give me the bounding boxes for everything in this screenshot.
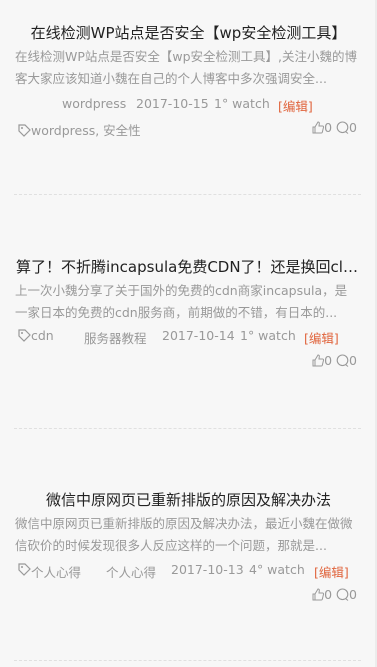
post-date: 2017-10-15 [136, 96, 209, 111]
post-stats: 00 [312, 353, 357, 368]
post-card: 微信中原网页已重新排版的原因及解决办法 微信中原网页已重新排版的原因及解决办法，… [0, 489, 377, 639]
comment-count: 0 [349, 120, 357, 135]
post-stats: 00 [312, 587, 357, 602]
post-watch-count: 1° watch [214, 96, 270, 111]
post-category[interactable]: wordpress [62, 96, 126, 111]
thumbs-up-icon[interactable] [312, 121, 325, 134]
post-stats: 00 [312, 120, 357, 135]
tag-icon [18, 563, 31, 576]
post-date: 2017-10-13 [171, 562, 244, 577]
post-divider [14, 428, 361, 429]
like-count: 0 [324, 353, 333, 368]
comment-count: 0 [349, 587, 357, 602]
tag-icon [18, 124, 31, 137]
post-date: 2017-10-14 [162, 328, 235, 343]
tag-icon [18, 329, 31, 342]
post-tags: 个人心得 [18, 562, 81, 580]
post-tags: cdn [18, 328, 54, 343]
post-excerpt: 微信中原网页已重新排版的原因及解决办法，最近小魏在做微信砍价的时候发现很多人反应… [15, 516, 353, 553]
like-count: 0 [324, 120, 333, 135]
post-watch-count: 1° watch [240, 328, 296, 343]
post-category[interactable]: 个人心得 [106, 562, 156, 581]
edit-link[interactable]: [编辑] [314, 562, 349, 581]
post-tag-list[interactable]: 个人心得 [31, 562, 81, 581]
comment-icon[interactable] [336, 588, 349, 601]
post-tag-list[interactable]: wordpress, 安全性 [31, 123, 141, 138]
post-title[interactable]: 在线检测WP站点是否安全【wp安全检测工具】 [14, 22, 363, 43]
post-title[interactable]: 算了！不折腾incapsula免费CDN了！还是换回clo... [16, 256, 363, 277]
post-title[interactable]: 微信中原网页已重新排版的原因及解决办法 [14, 489, 363, 510]
post-card: 在线检测WP站点是否安全【wp安全检测工具】 在线检测WP站点是否安全【wp安全… [0, 22, 377, 192]
post-tags: wordpress, 安全性 [18, 120, 141, 139]
comment-icon[interactable] [336, 354, 349, 367]
edit-link[interactable]: [编辑] [304, 328, 339, 347]
comment-icon[interactable] [336, 121, 349, 134]
like-count: 0 [324, 587, 333, 602]
post-divider [14, 660, 361, 661]
post-category[interactable]: 服务器教程 [84, 328, 147, 347]
post-watch-count: 4° watch [249, 562, 305, 577]
thumbs-up-icon[interactable] [312, 588, 325, 601]
post-excerpt: 在线检测WP站点是否安全【wp安全检测工具】,关注小魏的博客大家应该知道小魏在自… [15, 49, 358, 86]
post-card: 算了！不折腾incapsula免费CDN了！还是换回clo... 上一次小魏分享… [0, 256, 377, 426]
thumbs-up-icon[interactable] [312, 354, 325, 367]
post-divider [14, 194, 361, 195]
post-list-page: 在线检测WP站点是否安全【wp安全检测工具】 在线检测WP站点是否安全【wp安全… [0, 0, 377, 667]
comment-count: 0 [349, 353, 357, 368]
post-excerpt: 上一次小魏分享了关于国外的免费的cdn商家incapsula，是一家日本的免费的… [15, 283, 348, 320]
post-tag-list[interactable]: cdn [31, 328, 54, 343]
edit-link[interactable]: [编辑] [278, 96, 313, 115]
